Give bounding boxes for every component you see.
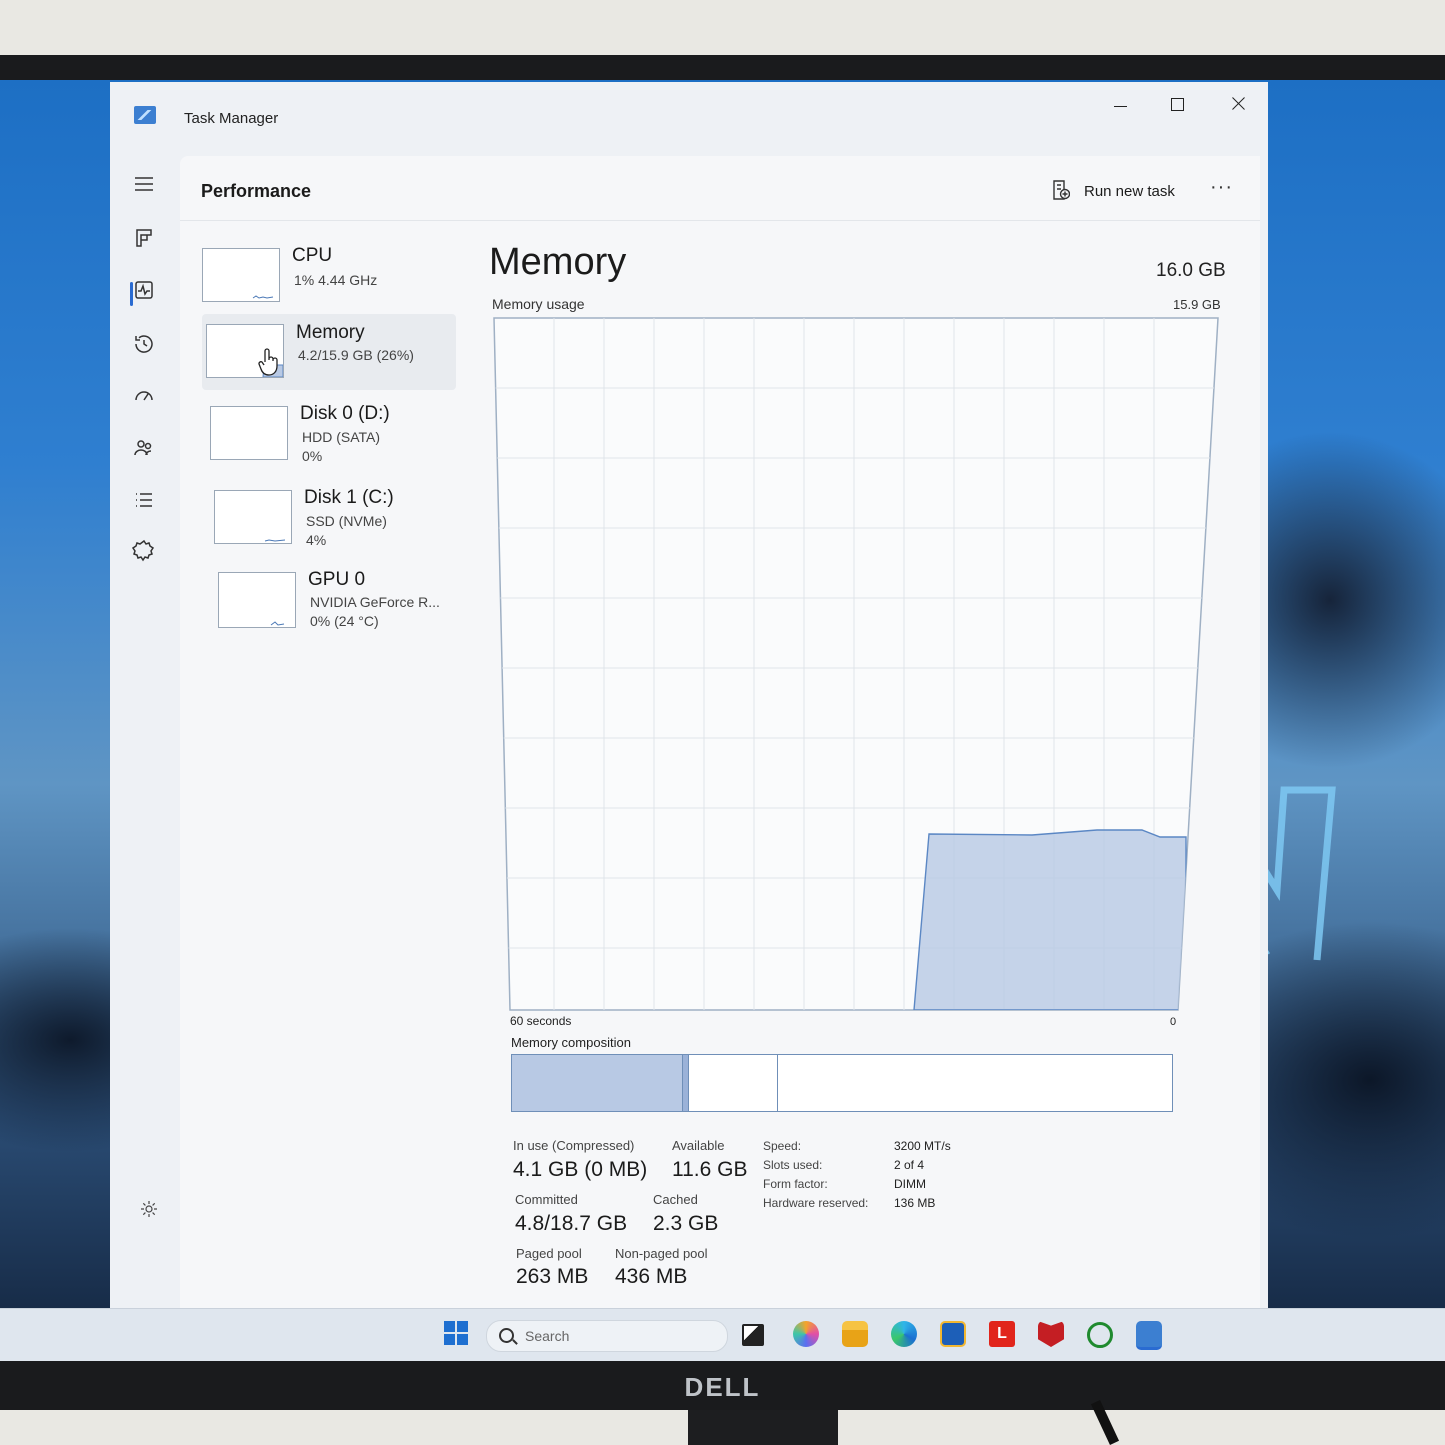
device-detail: NVIDIA GeForce R... [310, 594, 440, 610]
details-icon[interactable] [132, 488, 164, 520]
xbox-icon[interactable] [1087, 1322, 1113, 1348]
in-use-value: 4.1 GB (0 MB) [513, 1158, 648, 1181]
device-detail: 4% [306, 532, 327, 548]
copilot-icon[interactable] [793, 1321, 819, 1347]
spec-value-hardware-reserved: 136 MB [894, 1196, 936, 1210]
edge-icon[interactable] [891, 1321, 917, 1347]
app-history-icon[interactable] [132, 332, 164, 364]
in-use-label: In use (Compressed) [513, 1138, 635, 1153]
run-task-icon [1053, 180, 1070, 200]
cached-value: 2.3 GB [653, 1212, 719, 1235]
minimize-button[interactable] [1100, 92, 1140, 122]
device-name: Disk 1 (C:) [304, 487, 394, 508]
monitor-brand-logo: DELL [684, 1372, 761, 1402]
taskbar-search[interactable]: Search [486, 1320, 728, 1352]
disk0-thumbnail-graph [210, 406, 288, 460]
spec-value-speed: 3200 MT/s [894, 1139, 951, 1153]
spec-label-speed: Speed: [763, 1139, 802, 1153]
device-name: Memory [296, 322, 365, 343]
composition-in-use-segment[interactable] [512, 1055, 683, 1111]
page-title: Performance [201, 181, 312, 201]
device-detail: 0% (24 °C) [310, 613, 379, 629]
available-label: Available [672, 1138, 725, 1153]
mcafee-icon[interactable] [1038, 1321, 1064, 1347]
device-item-memory[interactable]: Memory 4.2/15.9 GB (26%) [202, 314, 456, 390]
hand-cursor-icon [258, 348, 278, 376]
processes-icon[interactable] [132, 226, 164, 258]
users-icon[interactable] [132, 436, 164, 468]
paged-pool-label: Paged pool [516, 1246, 582, 1261]
spec-label-form-factor: Form factor: [763, 1177, 828, 1191]
memory-usage-label: Memory usage [492, 296, 585, 312]
graph-axis-right-label: 0 [1170, 1016, 1177, 1028]
device-name: GPU 0 [308, 569, 366, 590]
store-icon[interactable] [940, 1321, 966, 1347]
device-item-gpu0[interactable]: GPU 0 NVIDIA GeForce R... 0% (24 °C) [218, 566, 470, 629]
more-options-button[interactable]: ··· [1210, 176, 1240, 204]
file-explorer-icon[interactable] [842, 1321, 868, 1347]
close-button[interactable] [1218, 92, 1258, 122]
task-manager-icon[interactable] [1136, 1321, 1162, 1350]
spec-label-hardware-reserved: Hardware reserved: [763, 1196, 869, 1210]
taskbar-search-placeholder: Search [525, 1328, 570, 1344]
paged-pool-value: 263 MB [516, 1265, 589, 1288]
task-manager-app-icon [134, 106, 156, 124]
device-detail: 0% [302, 448, 323, 464]
spec-label-slots: Slots used: [763, 1158, 823, 1172]
non-paged-pool-value: 436 MB [615, 1265, 688, 1288]
memory-usage-max: 15.9 GB [1173, 297, 1221, 312]
maximize-button[interactable] [1158, 92, 1198, 122]
task-manager-window: Task Manager Performance Run new task ··… [110, 82, 1268, 1308]
taskbar: Search L [0, 1308, 1445, 1361]
disk1-thumbnail-graph [214, 490, 292, 544]
graph-axis-left-label: 60 seconds [510, 1014, 572, 1028]
startup-apps-icon[interactable] [132, 384, 164, 416]
performance-icon[interactable] [132, 278, 164, 310]
performance-page: Performance Run new task ··· CPU 1% 4.44… [180, 156, 1260, 1308]
lenovo-icon[interactable]: L [989, 1321, 1015, 1347]
spec-value-slots: 2 of 4 [894, 1158, 925, 1172]
task-view-icon[interactable] [742, 1324, 764, 1346]
memory-composition-label: Memory composition [511, 1035, 631, 1050]
device-detail: 4.2/15.9 GB (26%) [298, 347, 414, 363]
composition-standby-segment[interactable] [689, 1055, 778, 1111]
device-detail: SSD (NVMe) [306, 513, 387, 529]
device-item-disk1[interactable]: Disk 1 (C:) SSD (NVMe) 4% [214, 484, 466, 548]
cached-label: Cached [653, 1192, 698, 1207]
device-detail: 1% 4.44 GHz [294, 272, 378, 288]
services-icon[interactable] [131, 538, 164, 570]
non-paged-pool-label: Non-paged pool [615, 1246, 708, 1261]
memory-title: Memory [489, 241, 627, 283]
search-icon [499, 1328, 514, 1343]
committed-label: Committed [515, 1192, 578, 1207]
run-new-task-label: Run new task [1084, 183, 1175, 200]
device-detail: HDD (SATA) [302, 429, 381, 445]
memory-total: 16.0 GB [1156, 260, 1226, 281]
device-item-cpu[interactable]: CPU 1% 4.44 GHz [202, 242, 454, 302]
device-name: CPU [292, 245, 333, 266]
committed-value: 4.8/18.7 GB [515, 1212, 628, 1235]
start-icon[interactable] [444, 1321, 470, 1347]
hamburger-icon[interactable] [132, 172, 164, 204]
available-value: 11.6 GB [672, 1158, 748, 1181]
spec-value-form-factor: DIMM [894, 1177, 926, 1191]
device-item-disk0[interactable]: Disk 0 (D:) HDD (SATA) 0% [210, 400, 462, 464]
header-divider [180, 220, 1260, 221]
monitor-stand [688, 1410, 838, 1445]
memory-usage-graph [493, 317, 1219, 1011]
device-name: Disk 0 (D:) [300, 403, 390, 424]
cpu-thumbnail-graph [202, 248, 280, 302]
gpu0-thumbnail-graph [218, 572, 296, 628]
window-title: Task Manager [184, 110, 279, 127]
memory-composition-bar [511, 1054, 1173, 1112]
settings-gear-icon[interactable] [140, 1200, 158, 1218]
